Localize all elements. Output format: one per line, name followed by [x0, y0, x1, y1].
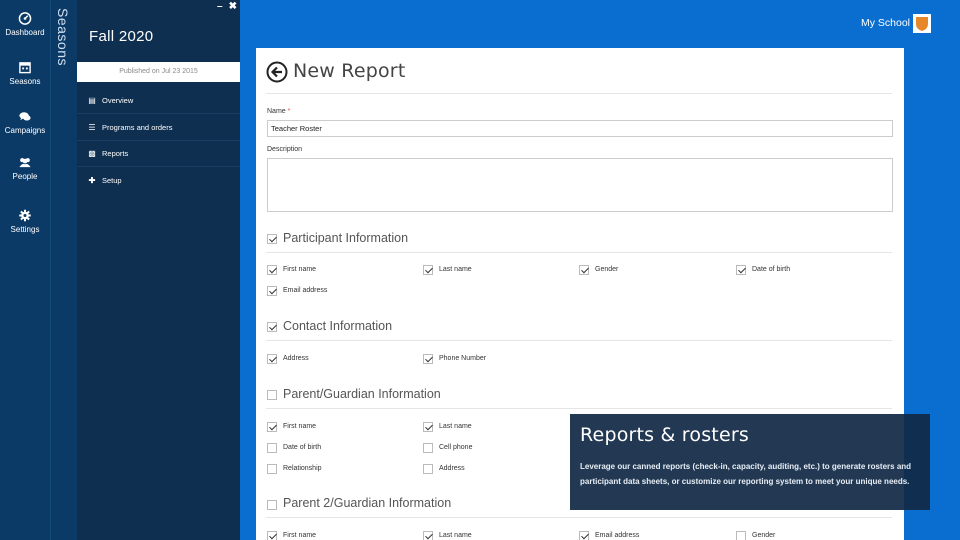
panel-nav-label: Setup — [102, 176, 122, 185]
field-label: First name — [283, 532, 317, 539]
seasons-column[interactable]: Seasons — [50, 0, 77, 540]
calendar-icon — [18, 61, 32, 74]
field-label: Date of birth — [283, 444, 322, 451]
required-marker: * — [287, 108, 291, 115]
panel-nav-label: Overview — [102, 96, 134, 105]
section-title: Contact Information — [283, 319, 393, 333]
panel-nav-overview[interactable]: ▤ Overview — [77, 88, 240, 114]
section-title: Participant Information — [283, 231, 409, 245]
field-label: Gender — [752, 532, 776, 539]
callout-title: Reports & rosters — [580, 424, 749, 446]
school-name[interactable]: My School — [861, 17, 910, 29]
checkbox[interactable] — [267, 422, 277, 432]
field-label: Last name — [439, 532, 472, 539]
name-label: Name * — [267, 108, 291, 115]
reports-icon: ▩ — [88, 149, 96, 158]
checkbox[interactable] — [267, 286, 277, 296]
checkbox[interactable] — [267, 354, 277, 364]
section-checkbox[interactable] — [267, 500, 277, 510]
field-label: First name — [283, 423, 317, 430]
field-label: Email address — [595, 532, 640, 539]
rail-item-seasons[interactable]: Seasons — [0, 61, 50, 86]
section-title: Parent/Guardian Information — [283, 387, 441, 401]
checkbox[interactable] — [423, 422, 433, 432]
dashboard-icon — [18, 12, 32, 25]
panel-nav-reports[interactable]: ▩ Reports — [77, 141, 240, 167]
section-checkbox[interactable] — [267, 234, 277, 244]
section-checkbox[interactable] — [267, 390, 277, 400]
rail-item-settings[interactable]: Settings — [0, 209, 50, 234]
field-label: Address — [439, 465, 465, 472]
checkbox[interactable] — [423, 531, 433, 540]
callout-body: Leverage our canned reports (check-in, c… — [580, 462, 912, 486]
checkbox[interactable] — [267, 464, 277, 474]
card-header: New Report — [266, 60, 892, 94]
season-panel: – ✖ Fall 2020 Published on Jul 23 2015 ▤ O… — [77, 0, 240, 540]
panel-nav-setup[interactable]: ✚ Setup — [77, 168, 240, 194]
field-label: Gender — [595, 266, 619, 273]
description-textarea[interactable] — [267, 158, 893, 212]
rail-label: Seasons — [9, 77, 41, 86]
panel-nav-label: Programs and orders — [102, 123, 173, 132]
field-label: First name — [283, 266, 317, 273]
checkbox[interactable] — [267, 531, 277, 540]
checkbox[interactable] — [423, 265, 433, 275]
checkbox[interactable] — [423, 443, 433, 453]
panel-nav-label: Reports — [102, 149, 129, 158]
section-contact: Contact Information — [266, 315, 892, 341]
seasons-vertical-label: Seasons — [55, 8, 71, 66]
rail-label: Dashboard — [5, 28, 45, 37]
gear-icon — [18, 209, 32, 222]
checkbox[interactable] — [423, 354, 433, 364]
back-arrow-icon[interactable] — [266, 61, 288, 83]
people-icon — [18, 156, 32, 169]
list-icon: ☰ — [88, 123, 96, 132]
field-label: Cell phone — [439, 444, 473, 451]
name-input[interactable] — [267, 120, 893, 137]
page-title: New Report — [293, 60, 406, 82]
field-label: Address — [283, 355, 309, 362]
chat-icon — [18, 110, 32, 123]
section-title: Parent 2/Guardian Information — [283, 496, 452, 510]
panel-controls: – ✖ — [211, 1, 237, 12]
field-label: Email address — [283, 287, 328, 294]
checkbox[interactable] — [267, 443, 277, 453]
checkbox[interactable] — [579, 531, 589, 540]
section-checkbox[interactable] — [267, 322, 277, 332]
published-status: Published on Jul 23 2015 — [77, 62, 240, 82]
field-label: Phone Number — [439, 355, 487, 362]
rail-label: Campaigns — [4, 126, 46, 135]
description-label: Description — [267, 146, 303, 153]
section-parent: Parent/Guardian Information — [266, 383, 892, 409]
checkbox[interactable] — [267, 265, 277, 275]
plus-icon: ✚ — [88, 176, 96, 185]
rail-item-dashboard[interactable]: Dashboard — [0, 12, 50, 37]
checkbox[interactable] — [736, 265, 746, 275]
rail-item-campaigns[interactable]: Campaigns — [0, 110, 50, 135]
field-label: Last name — [439, 266, 472, 273]
checkbox[interactable] — [736, 531, 746, 540]
close-icon[interactable]: ✖ — [229, 1, 237, 12]
feature-callout: Reports & rosters Leverage our canned re… — [570, 414, 930, 510]
rail-item-people[interactable]: People — [0, 156, 50, 181]
checkbox[interactable] — [423, 464, 433, 474]
field-label: Date of birth — [752, 266, 791, 273]
main-nav-rail: Dashboard Seasons Campaigns People Setti… — [0, 0, 50, 540]
minimize-icon[interactable]: – — [217, 1, 223, 12]
panel-nav-programs[interactable]: ☰ Programs and orders — [77, 115, 240, 141]
school-shield-icon[interactable] — [913, 14, 931, 33]
section-participant: Participant Information — [266, 227, 892, 253]
rail-label: People — [12, 172, 38, 181]
field-label: Last name — [439, 423, 472, 430]
overview-icon: ▤ — [88, 96, 96, 105]
season-title: Fall 2020 — [89, 28, 154, 45]
checkbox[interactable] — [579, 265, 589, 275]
rail-label: Settings — [10, 225, 40, 234]
field-label: Relationship — [283, 465, 322, 472]
